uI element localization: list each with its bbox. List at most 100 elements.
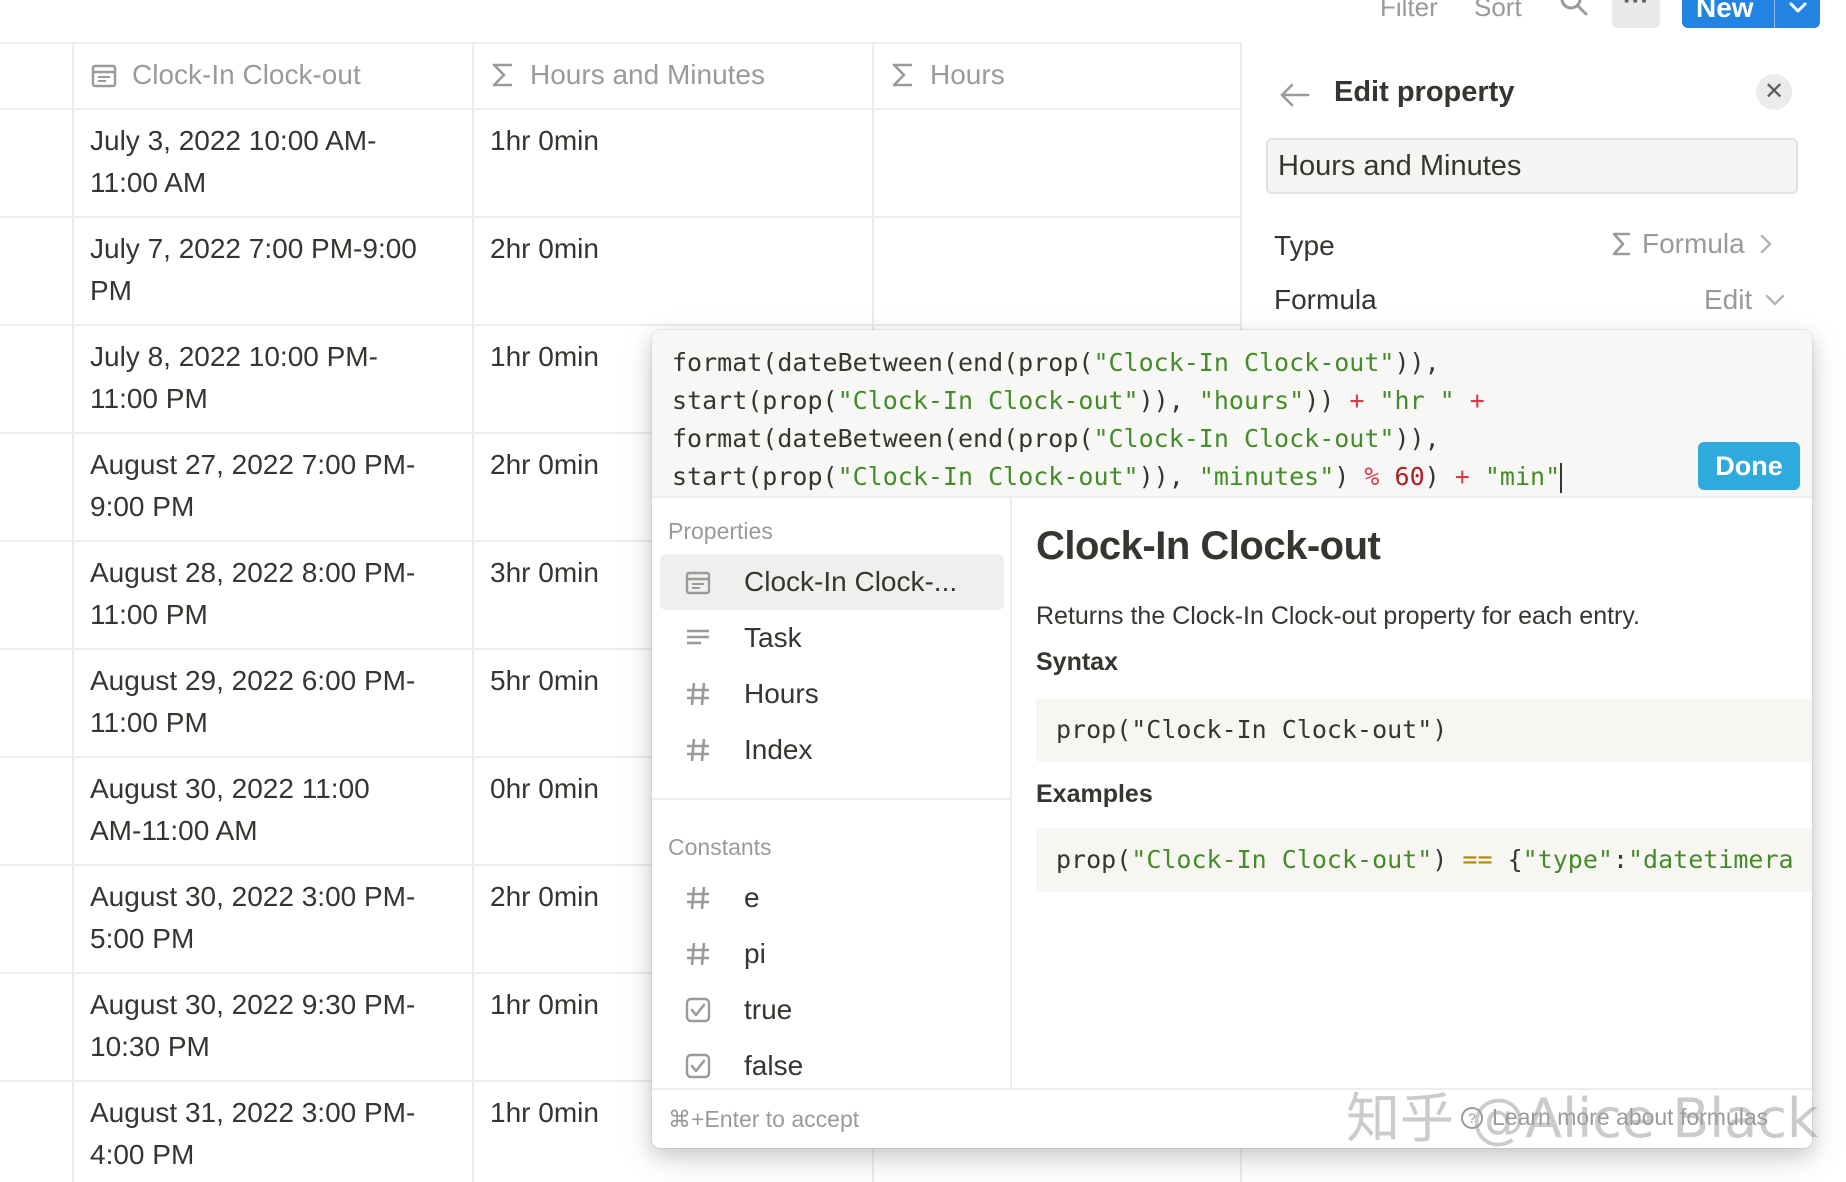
code-string: "Clock-In Clock-out" <box>837 462 1139 491</box>
code-token: ) <box>1424 462 1455 491</box>
code-token: format(dateBetween(end(prop( <box>672 424 1094 453</box>
new-button[interactable]: New <box>1682 0 1820 28</box>
table-row-clock-cell[interactable]: August 28, 2022 8:00 PM- 11:00 PM <box>90 552 470 636</box>
more-options-button[interactable]: ··· <box>1612 0 1660 28</box>
formula-code-input[interactable]: format(dateBetween(end(prop( "Clock-In Cl… <box>652 330 1812 498</box>
table-row-clock-cell[interactable]: July 8, 2022 10:00 PM- 11:00 PM <box>90 336 470 420</box>
code-token: ) <box>1432 845 1463 874</box>
cell-text: July 3, 2022 10:00 AM- <box>90 125 377 156</box>
code-operator: + <box>1454 462 1470 491</box>
list-item-task[interactable]: Task <box>660 610 1004 666</box>
list-item-e[interactable]: e <box>660 870 1004 926</box>
code-token: )), <box>1138 462 1199 491</box>
list-item-pi[interactable]: pi <box>660 926 1004 982</box>
type-selector[interactable]: Formula <box>1610 228 1773 260</box>
doc-description: Returns the Clock-In Clock-out property … <box>1036 602 1640 630</box>
code-string: "minutes" <box>1198 462 1335 491</box>
code-string: "min" <box>1484 462 1561 491</box>
code-token: )), <box>1394 424 1440 453</box>
hash-icon <box>682 882 714 914</box>
list-item-hours[interactable]: Hours <box>660 666 1004 722</box>
header-divider <box>0 108 1240 110</box>
code-string: "Clock-In Clock-out" <box>1093 348 1395 377</box>
checkbox-icon <box>682 994 714 1026</box>
code-string: "datetimera <box>1628 845 1794 874</box>
table-row-clock-cell[interactable]: August 30, 2022 3:00 PM- 5:00 PM <box>90 876 470 960</box>
formula-documentation: Clock-In Clock-out Returns the Clock-In … <box>1014 498 1812 1088</box>
table-row-clock-cell[interactable]: August 31, 2022 3:00 PM- 4:00 PM <box>90 1092 470 1176</box>
list-item-false[interactable]: false <box>660 1038 1004 1088</box>
list-item-index[interactable]: Index <box>660 722 1004 778</box>
calendar-icon <box>90 61 118 89</box>
chevron-right-icon <box>1759 233 1773 255</box>
type-value: Formula <box>1642 228 1745 259</box>
column-divider <box>72 42 74 1182</box>
row-divider <box>0 216 1240 218</box>
list-item-true[interactable]: true <box>660 982 1004 1038</box>
panel-title: Edit property <box>1334 76 1515 108</box>
cell-text: August 30, 2022 11:00 <box>90 773 370 804</box>
formula-edit-button[interactable]: Edit <box>1704 284 1786 316</box>
code-operator: + <box>1469 386 1485 415</box>
table-row-clock-cell[interactable]: August 27, 2022 7:00 PM- 9:00 PM <box>90 444 470 528</box>
sort-button[interactable]: Sort <box>1474 0 1522 23</box>
chevron-down-icon[interactable] <box>1786 0 1810 18</box>
filter-button[interactable]: Filter <box>1380 0 1438 23</box>
cell-text: 9:00 PM <box>90 491 195 522</box>
cell-text: 11:00 PM <box>90 707 208 738</box>
hash-icon <box>682 734 714 766</box>
close-icon[interactable]: ✕ <box>1756 74 1792 110</box>
row-divider <box>0 324 1240 326</box>
column-header-label: Clock-In Clock-out <box>132 59 361 90</box>
table-row-clock-cell[interactable]: July 3, 2022 10:00 AM- 11:00 AM <box>90 120 470 204</box>
cell-text: July 8, 2022 10:00 PM- <box>90 341 378 372</box>
cell-text: PM <box>90 275 132 306</box>
cell-text: 11:00 AM <box>90 167 207 198</box>
code-string: "Clock-In Clock-out" <box>1131 845 1433 874</box>
column-header-clock[interactable]: Clock-In Clock-out <box>90 42 361 108</box>
code-string: "hr " <box>1379 386 1455 415</box>
code-string: "Clock-In Clock-out" <box>837 386 1139 415</box>
calendar-icon <box>682 566 714 598</box>
table-row-clock-cell[interactable]: August 30, 2022 11:00 AM-11:00 AM <box>90 768 470 852</box>
syntax-heading: Syntax <box>1036 648 1118 676</box>
code-token: )), <box>1138 386 1199 415</box>
example-code: prop("Clock-In Clock-out") == {"type":"d… <box>1036 828 1812 892</box>
table-row-hm-cell[interactable]: 1hr 0min <box>490 120 690 162</box>
column-header-hours-minutes[interactable]: Hours and Minutes <box>490 42 765 108</box>
list-item-label: Clock-In Clock-... <box>744 566 958 597</box>
column-header-hours[interactable]: Hours <box>890 42 1005 108</box>
table-row-hm-cell[interactable]: 2hr 0min <box>490 228 690 270</box>
constants-heading: Constants <box>668 834 772 860</box>
column-divider <box>472 42 474 1182</box>
list-item-label: pi <box>744 938 766 969</box>
list-item-label: Index <box>744 734 813 765</box>
cell-text: August 30, 2022 9:30 PM- <box>90 989 416 1020</box>
table-row-clock-cell[interactable]: July 7, 2022 7:00 PM-9:00 PM <box>90 228 470 312</box>
list-item-clock-in-clock-out[interactable]: Clock-In Clock-... <box>660 554 1004 610</box>
code-token: : <box>1612 845 1628 874</box>
table-row-clock-cell[interactable]: August 30, 2022 9:30 PM- 10:30 PM <box>90 984 470 1068</box>
back-arrow-icon[interactable] <box>1278 80 1312 110</box>
sigma-icon <box>1610 230 1634 258</box>
table-row-clock-cell[interactable]: August 29, 2022 6:00 PM- 11:00 PM <box>90 660 470 744</box>
done-button[interactable]: Done <box>1698 442 1800 490</box>
list-item-label: e <box>744 882 760 913</box>
cell-text: August 27, 2022 7:00 PM- <box>90 449 416 480</box>
code-token: )) <box>1304 386 1350 415</box>
cell-text: August 28, 2022 8:00 PM- <box>90 557 416 588</box>
cell-text: August 30, 2022 3:00 PM- <box>90 881 416 912</box>
code-string: "hours" <box>1198 386 1305 415</box>
search-icon[interactable] <box>1558 0 1590 18</box>
code-token: start(prop( <box>672 386 838 415</box>
formula-code[interactable]: format(dateBetween(end(prop( "Clock-In Cl… <box>672 344 1563 496</box>
formula-edit-label: Edit <box>1704 284 1753 315</box>
sigma-icon <box>490 61 516 89</box>
code-token: prop( <box>1056 845 1132 874</box>
new-button-label: New <box>1696 0 1754 23</box>
property-name-input[interactable]: Hours and Minutes <box>1266 138 1798 194</box>
code-operator: % <box>1364 462 1380 491</box>
code-operator: == <box>1462 845 1493 874</box>
hash-icon <box>682 938 714 970</box>
chevron-down-icon <box>1764 293 1786 307</box>
